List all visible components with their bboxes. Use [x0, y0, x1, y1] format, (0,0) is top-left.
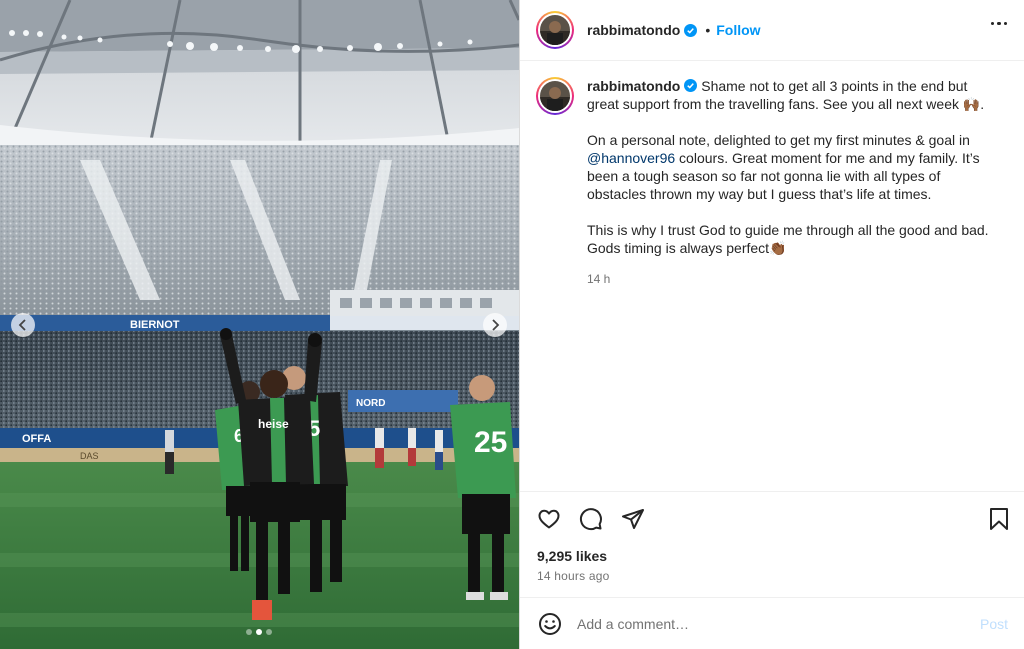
carousel-next-button[interactable] [483, 313, 507, 337]
emoji-button[interactable] [537, 611, 563, 637]
action-icons [536, 506, 646, 532]
more-options-icon [990, 22, 1007, 26]
heart-icon [538, 509, 560, 529]
avatar-image [540, 81, 570, 111]
header-separator: • [705, 22, 711, 38]
verified-icon [684, 79, 698, 92]
comment-icon [579, 508, 602, 531]
banner-text: BIERNOT [130, 319, 180, 331]
caption-paragraph-3: This is why I trust God to guide me thro… [587, 222, 989, 256]
carousel-dot-active [256, 629, 262, 635]
verified-icon [684, 23, 698, 37]
caption-username[interactable]: rabbimatondo [587, 78, 680, 94]
like-button[interactable] [536, 506, 562, 532]
avatar-image [540, 15, 570, 45]
comment-bar: Post [520, 597, 1024, 649]
post-comment-button[interactable]: Post [980, 616, 1008, 632]
avatar[interactable] [536, 11, 574, 49]
header-username[interactable]: rabbimatondo [587, 22, 680, 38]
sign-right: NORD [356, 398, 385, 409]
caption: rabbimatondo Shame not to get all 3 poin… [536, 77, 1006, 288]
emoji-icon [539, 612, 561, 635]
save-button[interactable] [986, 506, 1012, 532]
carousel-prev-button[interactable] [11, 313, 35, 337]
likes-count[interactable]: 9,295 likes [537, 548, 607, 564]
post-sidebar: rabbimatondo • Follow rabbimatondo Shame… [519, 0, 1024, 649]
caption-paragraph-1: rabbimatondo Shame not to get all 3 poin… [587, 77, 997, 113]
comment-input[interactable] [577, 615, 947, 632]
post-media[interactable]: BIERNOT NORD OFFA DAS 6 25 5 heise [0, 0, 519, 649]
carousel-dot [246, 629, 252, 635]
carousel-dot [266, 629, 272, 635]
ad-board-left: OFFA [22, 433, 51, 445]
comment-button[interactable] [578, 506, 604, 532]
share-button[interactable] [620, 506, 646, 532]
jersey-sponsor: heise [258, 417, 289, 431]
chevron-left-icon [18, 319, 26, 331]
jersey-number-main: 25 [474, 426, 507, 459]
share-icon [622, 509, 644, 529]
caption-paragraph-2: On a personal note, delighted to get my … [587, 131, 997, 203]
stadium-photo: BIERNOT NORD OFFA DAS 6 25 5 heise [0, 0, 519, 649]
bookmark-icon [990, 508, 1008, 530]
mention-link[interactable]: @hannover96 [587, 150, 675, 166]
caption-body: rabbimatondo Shame not to get all 3 poin… [587, 77, 997, 288]
caption-timestamp[interactable]: 14 h [587, 270, 997, 288]
chevron-right-icon [492, 319, 500, 331]
carousel-dots [246, 629, 272, 635]
caption-avatar[interactable] [536, 77, 574, 115]
more-options-button[interactable] [990, 22, 1007, 26]
ad-board-mid: DAS [80, 451, 99, 461]
post-timestamp: 14 hours ago [537, 569, 610, 583]
follow-button[interactable]: Follow [716, 22, 760, 38]
actions-section: 9,295 likes 14 hours ago [520, 491, 1024, 597]
caption-text-2a: On a personal note, delighted to get my … [587, 132, 970, 148]
post-header: rabbimatondo • Follow [520, 0, 1024, 61]
